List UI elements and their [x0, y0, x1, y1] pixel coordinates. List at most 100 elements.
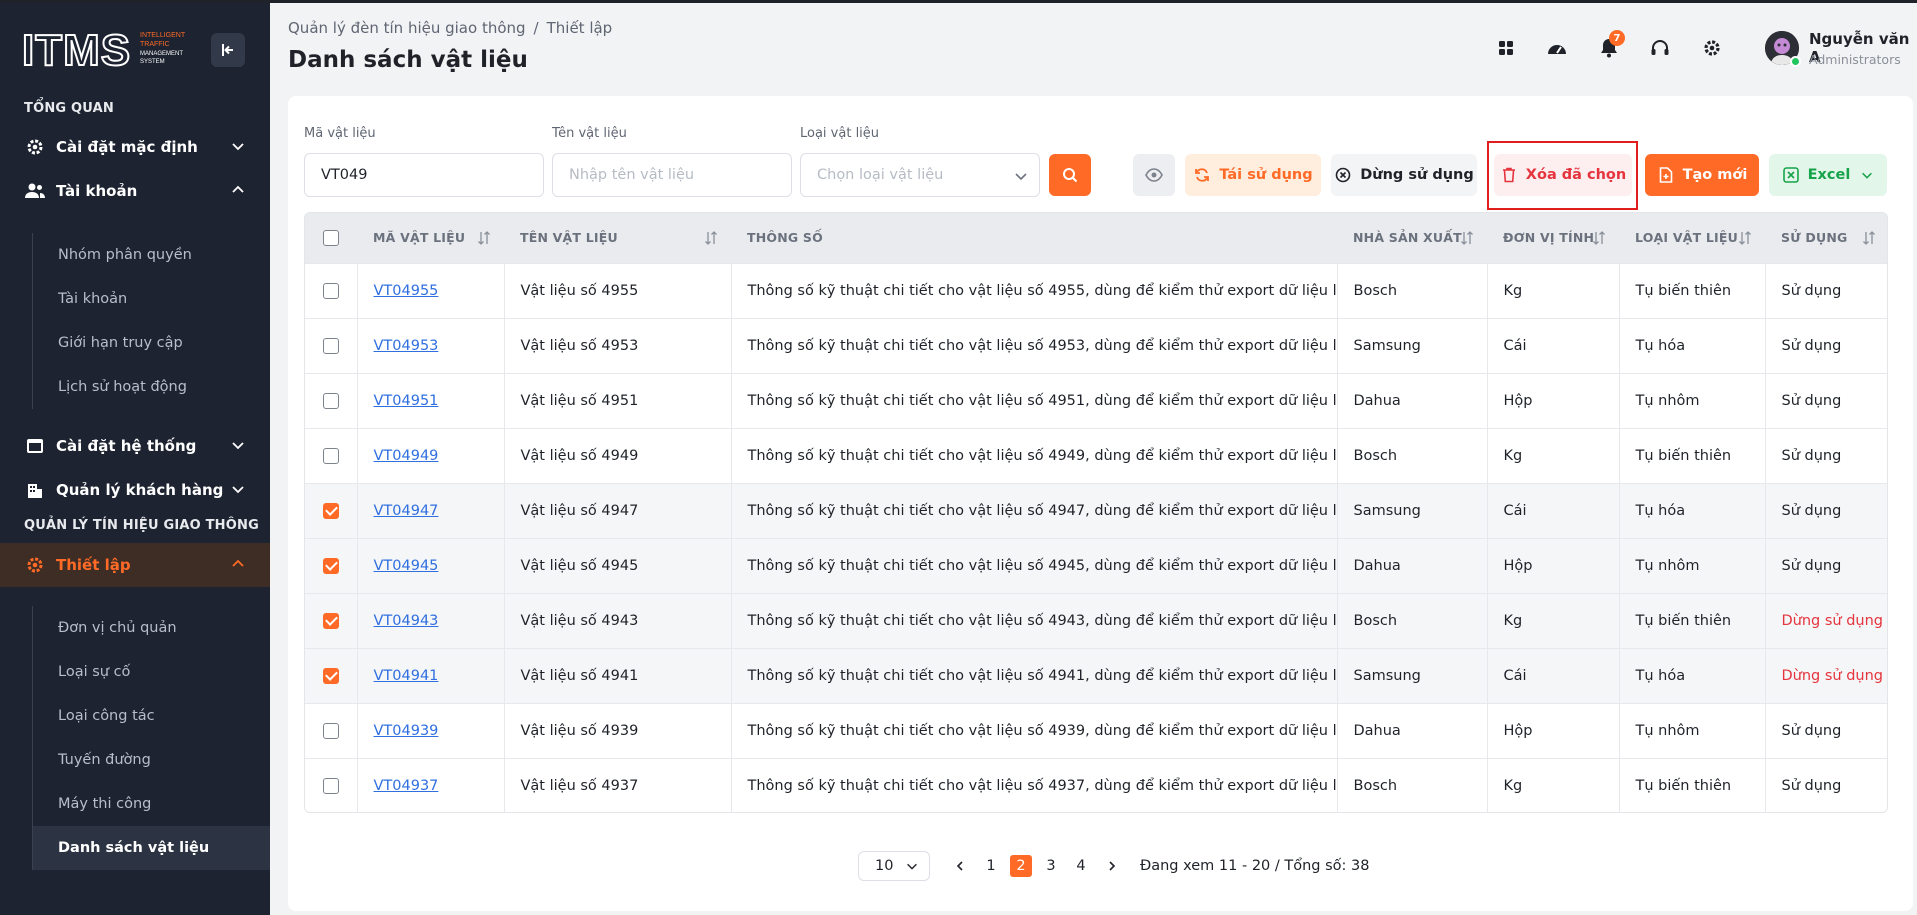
material-code-link[interactable]: VT04949	[374, 448, 439, 464]
table-row[interactable]: VT04937 Vật liệu số 4937 Thông số kỹ thuật…	[305, 758, 1887, 812]
material-code-link[interactable]: VT04945	[374, 558, 439, 574]
row-checkbox[interactable]	[322, 612, 339, 629]
row-select-cell	[305, 483, 357, 538]
material-code-link[interactable]: VT04951	[374, 393, 439, 409]
sidebar-item-access-limits[interactable]: Giới hạn truy cập	[33, 321, 270, 365]
sidebar-item-work-types[interactable]: Loại công tác	[33, 694, 270, 738]
notifications-button[interactable]: 7	[1596, 30, 1625, 61]
sort-icon[interactable]	[1737, 230, 1753, 246]
prev-page-button[interactable]	[948, 854, 972, 878]
column-header-code[interactable]: MÃ VẬT LIỆU	[357, 213, 504, 263]
column-header-unit[interactable]: ĐƠN VỊ TÍNH	[1487, 213, 1619, 263]
sidebar-item-managing-units[interactable]: Đơn vị chủ quản	[33, 606, 270, 650]
excel-button[interactable]: Excel	[1769, 154, 1887, 196]
cell-status: Sử dụng	[1764, 758, 1887, 812]
cell-status: Dừng sử dụng	[1764, 593, 1887, 648]
sort-icon[interactable]	[1459, 230, 1475, 246]
material-code-input[interactable]	[304, 153, 544, 197]
row-select-cell	[305, 263, 357, 318]
row-checkbox[interactable]	[322, 777, 339, 794]
page-number-button[interactable]: 3	[1040, 855, 1062, 877]
row-checkbox[interactable]	[322, 502, 339, 519]
collapse-sidebar-button[interactable]	[211, 33, 245, 67]
row-checkbox[interactable]	[322, 337, 339, 354]
row-checkbox[interactable]	[322, 722, 339, 739]
table-row[interactable]: VT04951 Vật liệu số 4951 Thông số kỹ thuật…	[305, 373, 1887, 428]
column-header-unit-label: ĐƠN VỊ TÍNH	[1503, 230, 1595, 246]
row-checkbox[interactable]	[322, 667, 339, 684]
dashboard-button[interactable]	[1544, 35, 1570, 61]
sidebar-item-routes[interactable]: Tuyến đường	[33, 738, 270, 782]
reuse-button[interactable]: Tái sử dụng	[1185, 154, 1321, 196]
row-checkbox[interactable]	[322, 282, 339, 299]
support-button[interactable]	[1647, 35, 1673, 61]
users-icon	[24, 180, 46, 202]
row-checkbox[interactable]	[322, 557, 339, 574]
sidebar-item-materials[interactable]: Danh sách vật liệu	[33, 826, 270, 870]
cell-unit: Cái	[1486, 483, 1619, 538]
search-button[interactable]	[1049, 154, 1091, 196]
sidebar-item-incident-types[interactable]: Loại sự cố	[33, 650, 270, 694]
sidebar-item-machines[interactable]: Máy thi công	[33, 782, 270, 826]
menu-system-settings[interactable]: Cài đặt hệ thống	[0, 424, 270, 468]
select-all-checkbox[interactable]	[323, 230, 339, 246]
menu-system-settings-label: Cài đặt hệ thống	[56, 437, 197, 455]
breadcrumb-item-setup[interactable]: Thiết lập	[547, 19, 613, 37]
menu-customers[interactable]: Quản lý khách hàng	[0, 468, 270, 512]
table-row[interactable]: VT04947 Vật liệu số 4947 Thông số kỹ thuật…	[305, 483, 1887, 538]
breadcrumb-item-traffic[interactable]: Quản lý đèn tín hiệu giao thông	[288, 19, 526, 37]
column-header-name[interactable]: TÊN VẬT LIỆU	[504, 213, 731, 263]
material-code-link[interactable]: VT04937	[374, 778, 439, 794]
sidebar-item-permission-groups[interactable]: Nhóm phân quyền	[33, 233, 270, 277]
eye-icon	[1145, 168, 1163, 182]
page-size-select[interactable]: 10	[858, 851, 930, 881]
apps-grid-button[interactable]	[1493, 35, 1519, 61]
material-type-select[interactable]: Chọn loại vật liệu	[800, 153, 1040, 197]
sidebar-item-accounts[interactable]: Tài khoản	[33, 277, 270, 321]
table-row[interactable]: VT04941 Vật liệu số 4941 Thông số kỹ thuật…	[305, 648, 1887, 703]
table-row[interactable]: VT04945 Vật liệu số 4945 Thông số kỹ thuật…	[305, 538, 1887, 593]
sort-icon[interactable]	[1591, 230, 1607, 246]
material-name-input[interactable]	[552, 153, 792, 197]
material-code-link[interactable]: VT04947	[374, 503, 439, 519]
cell-maker: Samsung	[1336, 648, 1487, 703]
settings-button[interactable]	[1699, 35, 1725, 61]
row-checkbox[interactable]	[322, 392, 339, 409]
cell-unit: Kg	[1486, 263, 1619, 318]
sort-icon[interactable]	[1861, 230, 1877, 246]
material-code-link[interactable]: VT04939	[374, 723, 439, 739]
table-row[interactable]: VT04939 Vật liệu số 4939 Thông số kỹ thuật…	[305, 703, 1887, 758]
toggle-columns-button[interactable]	[1133, 154, 1175, 196]
cell-spec: Thông số kỹ thuật chi tiết cho vật liệu …	[730, 263, 1337, 318]
sort-icon[interactable]	[703, 230, 719, 246]
table-row[interactable]: VT04949 Vật liệu số 4949 Thông số kỹ thuật…	[305, 428, 1887, 483]
material-code-link[interactable]: VT04955	[374, 283, 439, 299]
page-number-button[interactable]: 4	[1070, 855, 1092, 877]
page-number-button[interactable]: 2	[1010, 855, 1032, 877]
column-header-status[interactable]: SỬ DỤNG	[1765, 213, 1887, 263]
sort-icon[interactable]	[476, 230, 492, 246]
page-number-button[interactable]: 1	[980, 855, 1002, 877]
cell-type: Tụ biến thiên	[1618, 593, 1765, 648]
material-code-link[interactable]: VT04953	[374, 338, 439, 354]
table-row[interactable]: VT04943 Vật liệu số 4943 Thông số kỹ thuật…	[305, 593, 1887, 648]
table-row[interactable]: VT04953 Vật liệu số 4953 Thông số kỹ thuật…	[305, 318, 1887, 373]
row-select-cell	[305, 373, 357, 428]
create-new-button[interactable]: Tạo mới	[1645, 154, 1759, 196]
menu-accounts[interactable]: Tài khoản	[0, 169, 270, 213]
itms-logo[interactable]: ITMS INTELLIGENT TRAFFIC MANAGEMENT SYST…	[22, 27, 192, 72]
column-header-maker[interactable]: NHÀ SẢN XUẤT	[1337, 213, 1487, 263]
column-header-type[interactable]: LOẠI VẬT LIỆU	[1619, 213, 1765, 263]
material-code-link[interactable]: VT04943	[374, 613, 439, 629]
sidebar-item-activity-history[interactable]: Lịch sử hoạt động	[33, 365, 270, 409]
stop-use-button[interactable]: Dừng sử dụng	[1331, 154, 1477, 196]
chevron-up-icon	[232, 559, 244, 567]
menu-setup[interactable]: Thiết lập	[0, 543, 270, 587]
menu-default-settings[interactable]: Cài đặt mặc định	[0, 125, 270, 169]
cell-unit: Kg	[1486, 758, 1619, 812]
next-page-button[interactable]	[1100, 854, 1124, 878]
reuse-label: Tái sử dụng	[1219, 167, 1313, 183]
row-checkbox[interactable]	[322, 447, 339, 464]
material-code-link[interactable]: VT04941	[374, 668, 439, 684]
table-row[interactable]: VT04955 Vật liệu số 4955 Thông số kỹ thuật…	[305, 263, 1887, 318]
